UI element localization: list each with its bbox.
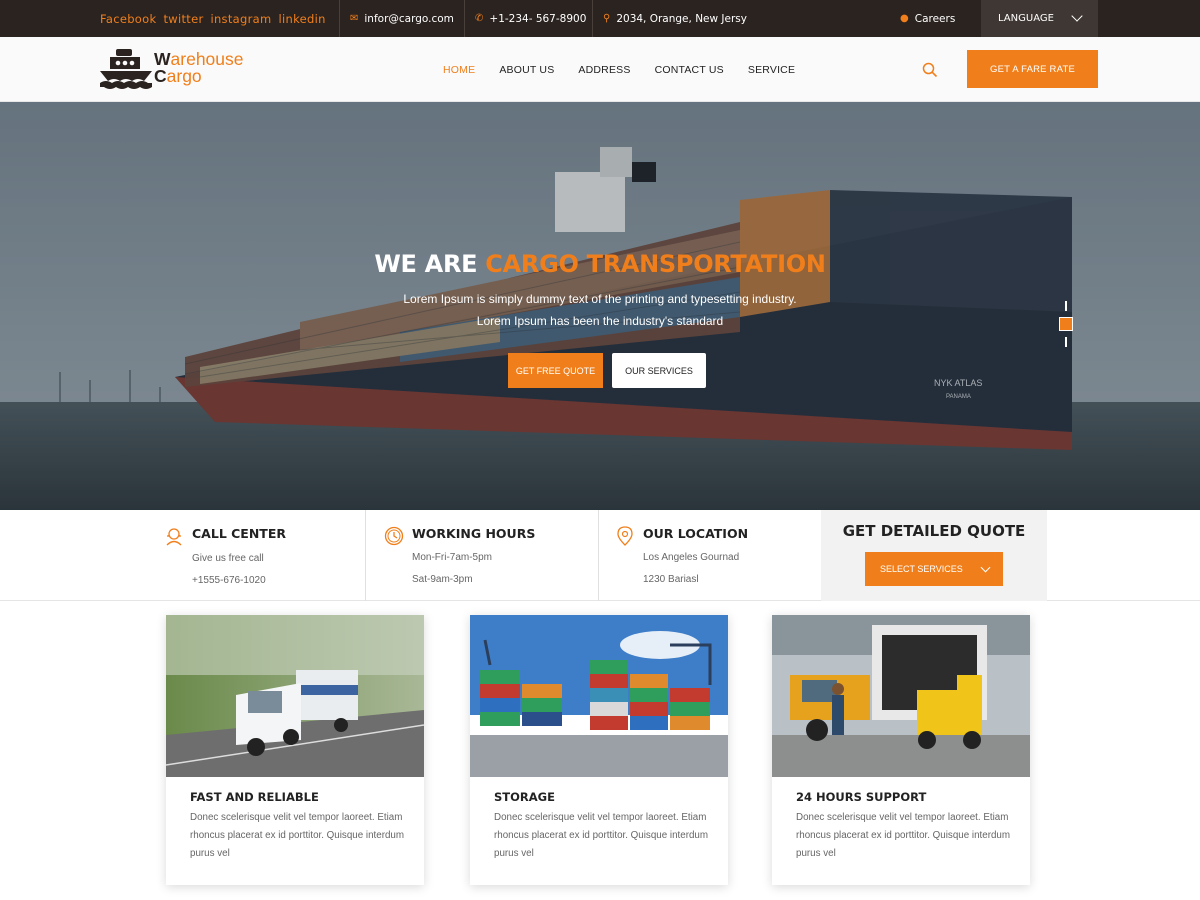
phone-icon: ✆ (475, 13, 484, 24)
user-icon: ● (900, 13, 909, 24)
logo-text: Warehouse Cargo (154, 49, 244, 86)
service-card-storage[interactable]: STORAGE Donec scelerisque velit vel temp… (470, 615, 728, 885)
twitter-link[interactable]: twitter (163, 12, 203, 26)
select-services-label: SELECT SERVICES (880, 564, 963, 574)
select-services-dropdown[interactable]: SELECT SERVICES (865, 552, 1003, 586)
location-title: OUR LOCATION (643, 526, 749, 541)
careers-label: Careers (914, 12, 956, 25)
divider (598, 510, 599, 601)
address-text: 2034, Orange, New Jersy (616, 12, 747, 25)
facebook-link[interactable]: Facebook (100, 12, 156, 26)
slider-dot-active[interactable] (1059, 317, 1073, 331)
get-free-quote-button[interactable]: GET FREE QUOTE (508, 353, 603, 388)
clock-icon (384, 526, 404, 546)
card-text: Donec scelerisque velit vel tempor laore… (494, 812, 709, 859)
service-card-fast[interactable]: FAST AND RELIABLE Donec scelerisque veli… (166, 615, 424, 885)
main-nav: Warehouse Cargo HOME ABOUT US ADDRESS CO… (0, 37, 1200, 102)
slider-dot[interactable] (1065, 337, 1067, 347)
get-fare-rate-button[interactable]: GET A FARE RATE (967, 50, 1098, 88)
language-label: LANGUAGE (998, 13, 1054, 24)
call-center-line1: Give us free call (192, 553, 264, 564)
language-dropdown[interactable]: LANGUAGE (981, 0, 1098, 37)
truck-image (166, 615, 424, 777)
linkedin-link[interactable]: linkedin (278, 12, 325, 26)
social-links: Facebook twitter instagram linkedin (100, 0, 326, 37)
card-text: Donec scelerisque velit vel tempor laore… (796, 812, 1011, 859)
phone-info[interactable]: ✆ +1-234- 567-8900 (464, 0, 592, 37)
forklift-image (772, 615, 1030, 777)
working-hours-block: WORKING HOURS Mon-Fri-7am-5pm Sat-9am-3p… (384, 510, 584, 601)
logo[interactable]: Warehouse Cargo (100, 49, 260, 91)
call-center-block: CALL CENTER Give us free call +1555-676-… (164, 510, 364, 601)
headset-icon (166, 528, 182, 546)
containers-image (470, 615, 728, 777)
working-hours-line1: Mon-Fri-7am-5pm (412, 552, 493, 563)
nav-menu: HOME ABOUT US ADDRESS CONTACT US SERVICE (431, 37, 807, 102)
detailed-quote-panel: GET DETAILED QUOTE SELECT SERVICES (821, 510, 1047, 601)
map-pin-icon: ⚲ (603, 13, 611, 24)
card-text: Donec scelerisque velit vel tempor laore… (190, 812, 405, 859)
our-services-button[interactable]: OUR SERVICES (612, 353, 706, 388)
info-strip: CALL CENTER Give us free call +1555-676-… (0, 510, 1200, 601)
card-title: 24 HOURS SUPPORT (796, 790, 927, 804)
search-icon[interactable] (922, 62, 938, 78)
instagram-link[interactable]: instagram (210, 12, 271, 26)
nav-about[interactable]: ABOUT US (487, 64, 566, 76)
quote-title: GET DETAILED QUOTE (842, 522, 1026, 540)
location-line1: Los Angeles Gournad (643, 552, 740, 563)
slider-dot[interactable] (1065, 301, 1067, 311)
phone-text: +1-234- 567-8900 (489, 12, 587, 25)
card-title: STORAGE (494, 790, 555, 804)
address-info: ⚲ 2034, Orange, New Jersy (592, 0, 752, 37)
location-pin-icon (617, 526, 633, 546)
call-center-phone[interactable]: +1555-676-1020 (192, 575, 266, 586)
call-center-title: CALL CENTER (192, 526, 286, 541)
hero-banner: NYK ATLAS PANAMA WE ARE CARGO TRANSPORTA… (0, 102, 1200, 510)
location-block: OUR LOCATION Los Angeles Gournad 1230 Ba… (615, 510, 815, 601)
careers-link[interactable]: ● Careers (900, 0, 955, 37)
nav-home[interactable]: HOME (431, 64, 487, 76)
chevron-down-icon (1071, 10, 1083, 22)
nav-service[interactable]: SERVICE (736, 64, 807, 76)
hero-title: WE ARE CARGO TRANSPORTATION (374, 250, 826, 278)
ship-logo-icon (100, 49, 152, 89)
location-line2: 1230 Bariasl (643, 574, 699, 585)
chevron-down-icon (980, 562, 991, 573)
working-hours-title: WORKING HOURS (412, 526, 536, 541)
nav-contact[interactable]: CONTACT US (643, 64, 736, 76)
service-card-support[interactable]: 24 HOURS SUPPORT Donec scelerisque velit… (772, 615, 1030, 885)
mail-icon: ✉ (350, 13, 359, 24)
top-bar: Facebook twitter instagram linkedin ✉ in… (0, 0, 1200, 37)
email-info[interactable]: ✉ infor@cargo.com (339, 0, 464, 37)
working-hours-line2: Sat-9am-3pm (412, 574, 473, 585)
hero-subtitle: Lorem Ipsum is simply dummy text of the … (403, 292, 797, 328)
nav-address[interactable]: ADDRESS (566, 64, 642, 76)
divider (365, 510, 366, 601)
card-title: FAST AND RELIABLE (190, 790, 319, 804)
email-text: infor@cargo.com (364, 12, 454, 25)
